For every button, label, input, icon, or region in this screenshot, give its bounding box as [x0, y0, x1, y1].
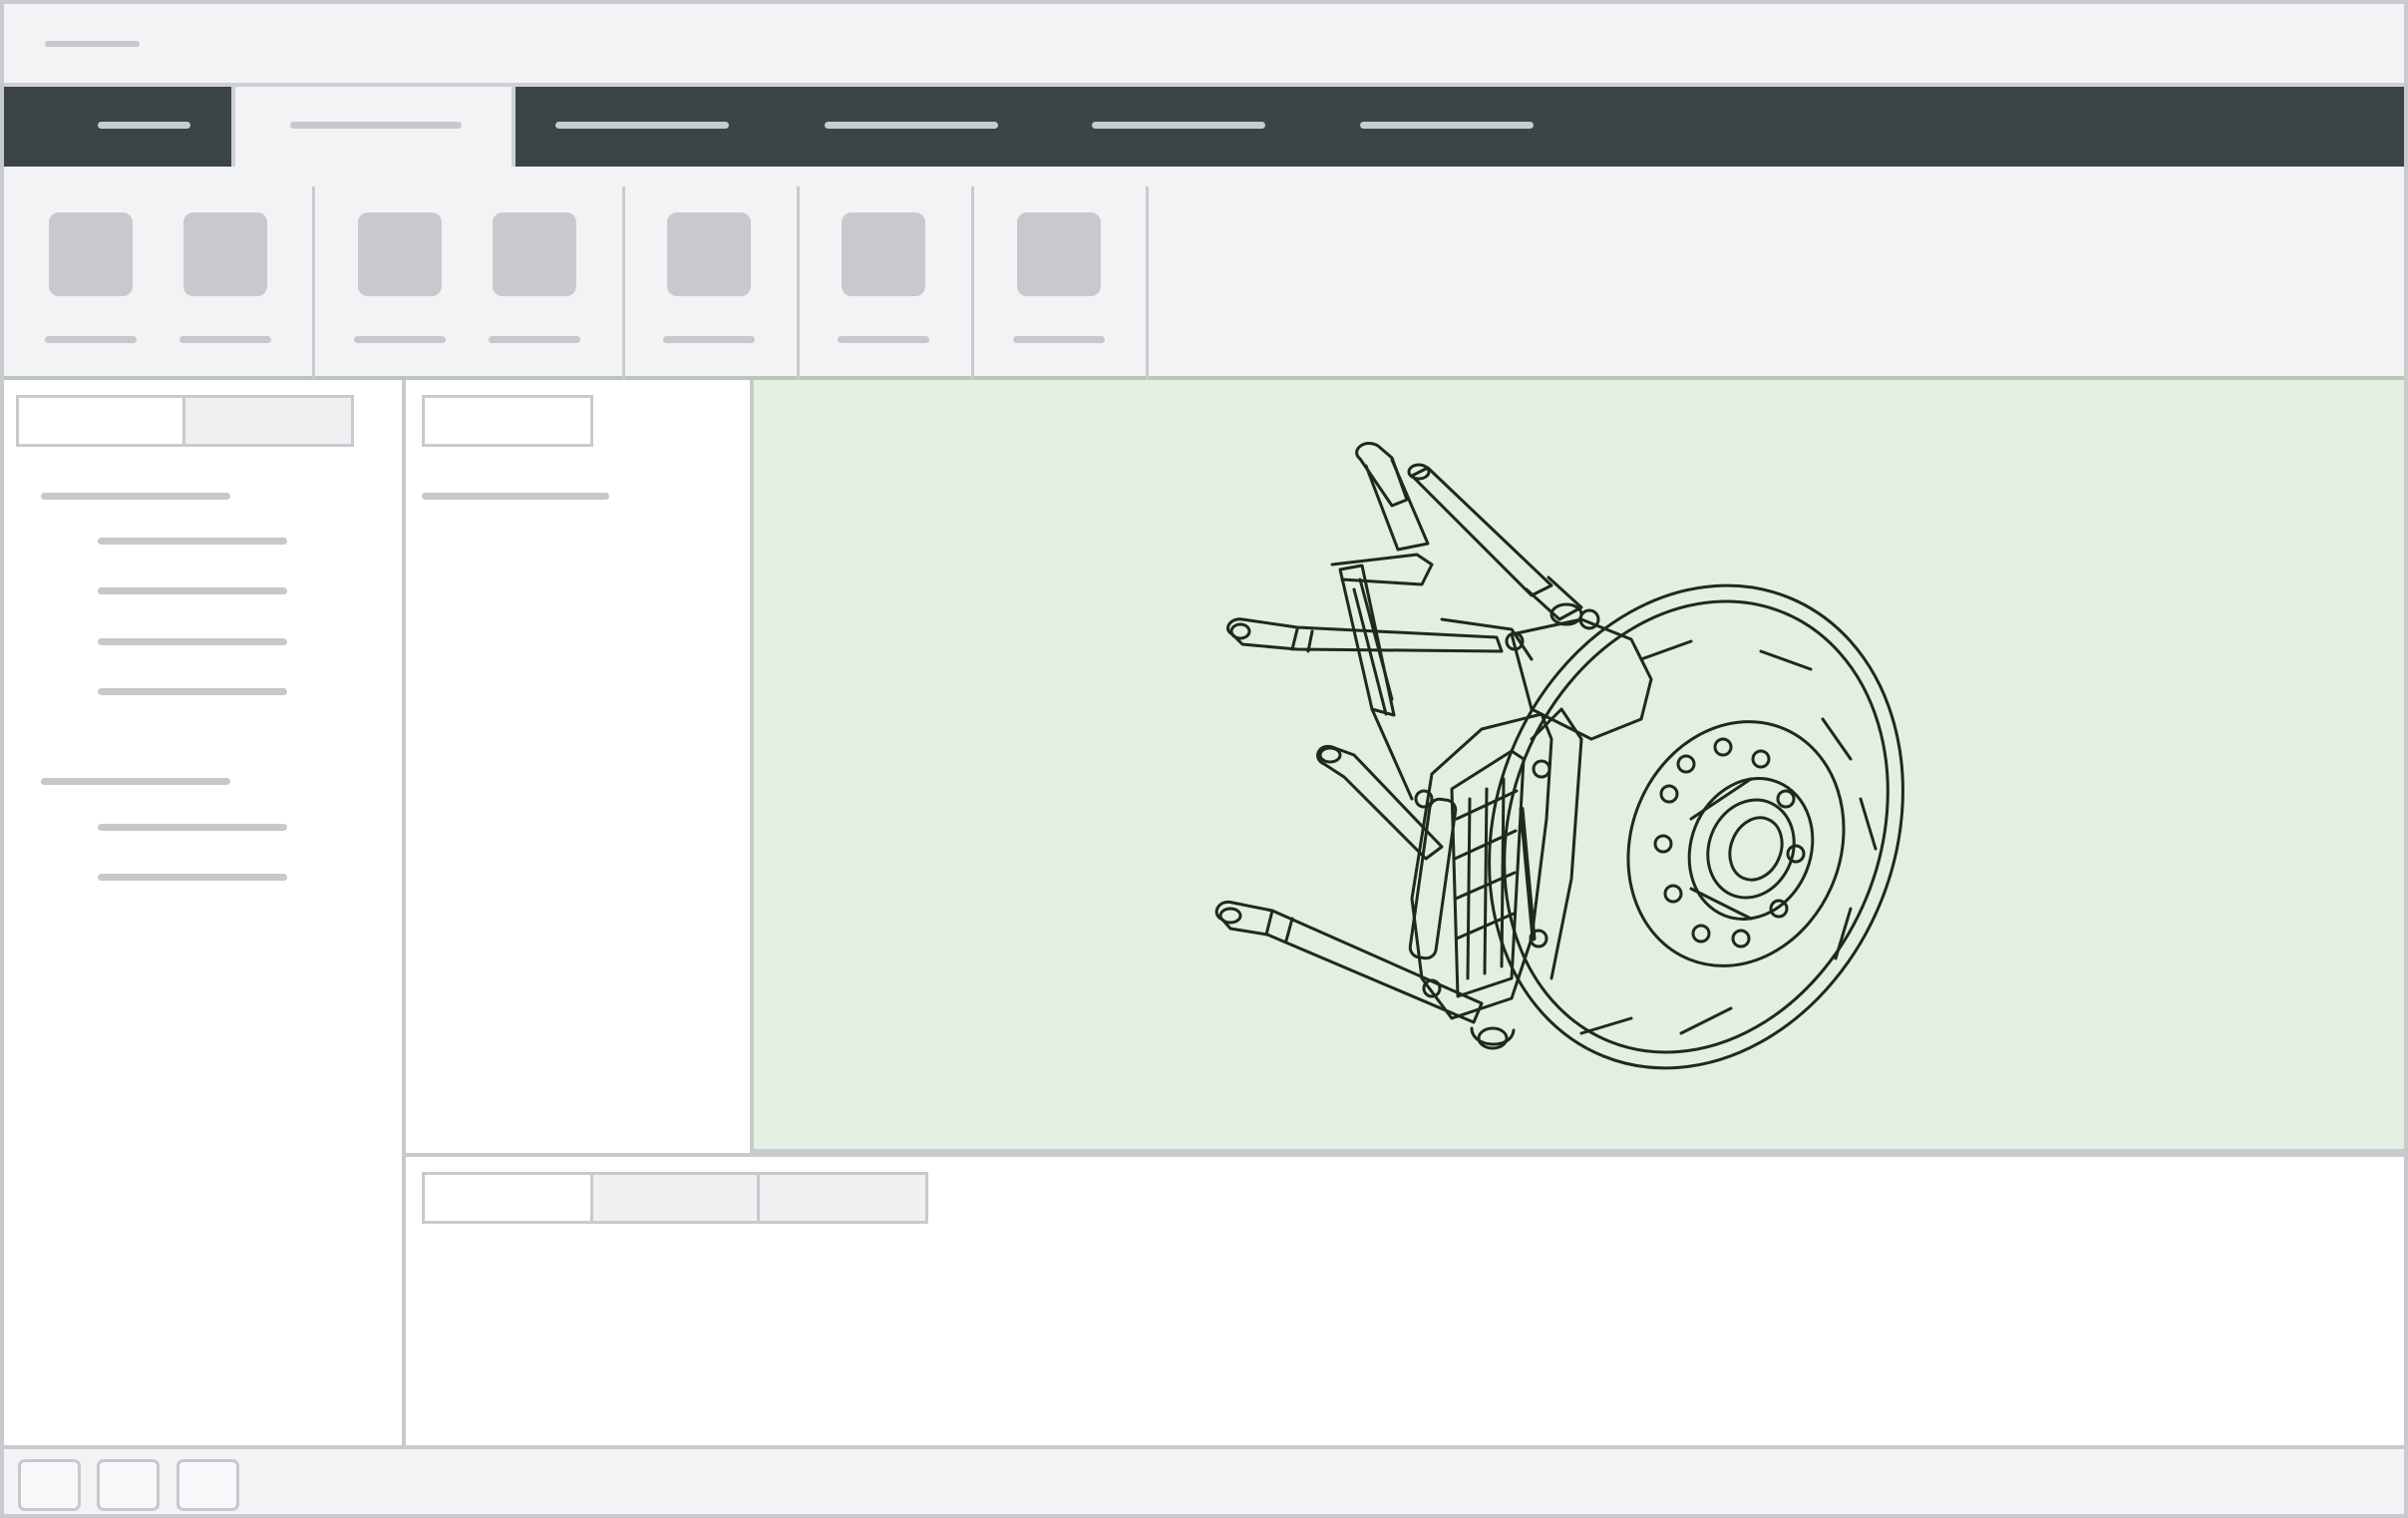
output-panel [406, 1153, 2404, 1445]
menu-item-4[interactable] [783, 87, 1050, 167]
ribbon-tool-3-label [354, 336, 446, 343]
window-title [45, 41, 140, 47]
ribbon-separator [1146, 187, 1149, 380]
tree-group-1[interactable] [41, 493, 230, 500]
menu-item-3[interactable] [516, 87, 783, 167]
tree-item[interactable] [98, 638, 287, 645]
ribbon-tool-6-label [838, 336, 929, 343]
left-tab-2[interactable] [182, 395, 354, 447]
tree-group-2[interactable] [41, 778, 230, 785]
ribbon-tool-4-label [489, 336, 580, 343]
ribbon-separator [622, 187, 625, 380]
ribbon-separator [312, 187, 315, 380]
ribbon-tool-3-button[interactable] [358, 212, 442, 296]
ribbon-tool-1-button[interactable] [49, 212, 133, 296]
ribbon-tool-5-label [663, 336, 755, 343]
menu-item-label [1360, 122, 1534, 129]
menu-item-label [825, 122, 998, 129]
tree-item[interactable] [98, 874, 287, 881]
menu-item-5[interactable] [1050, 87, 1317, 167]
menu-item-label [555, 122, 729, 129]
status-button-3[interactable] [176, 1459, 239, 1511]
ribbon-tool-2-label [179, 336, 271, 343]
ribbon-tool-2-button[interactable] [183, 212, 267, 296]
output-tab-1[interactable] [422, 1172, 593, 1224]
status-bar [4, 1445, 2404, 1514]
menu-item-label [98, 122, 190, 129]
menu-item-2-active[interactable] [231, 87, 516, 169]
ribbon-tool-7-label [1013, 336, 1105, 343]
title-bar [4, 4, 2404, 87]
properties-heading [422, 493, 609, 500]
tree-item[interactable] [98, 824, 287, 831]
ribbon-tool-5-button[interactable] [667, 212, 751, 296]
ribbon-tool-1-label [45, 336, 137, 343]
menu-item-label [290, 122, 462, 129]
properties-panel [406, 380, 754, 1153]
status-button-1[interactable] [18, 1459, 81, 1511]
output-tab-2[interactable] [590, 1172, 760, 1224]
model-tree-panel [4, 380, 406, 1445]
output-tab-3[interactable] [757, 1172, 928, 1224]
menu-item-1[interactable] [4, 87, 231, 167]
ribbon-separator [971, 187, 974, 380]
tree-item[interactable] [98, 688, 287, 695]
menu-bar [4, 87, 2404, 169]
ribbon-tool-4-button[interactable] [493, 212, 576, 296]
menu-item-label [1092, 122, 1265, 129]
properties-tab[interactable] [422, 395, 593, 447]
brake-hub-assembly-drawing [1214, 442, 1904, 1070]
tree-item[interactable] [98, 587, 287, 594]
ribbon-separator [797, 187, 800, 380]
ribbon-tool-7-button[interactable] [1017, 212, 1101, 296]
app-window [0, 0, 2408, 1518]
model-viewport[interactable] [754, 380, 2404, 1153]
status-button-2[interactable] [97, 1459, 160, 1511]
ribbon-tool-6-button[interactable] [842, 212, 925, 296]
left-tab-1[interactable] [16, 395, 185, 447]
tree-item[interactable] [98, 538, 287, 545]
ribbon-toolbar [4, 167, 2404, 380]
menu-item-6[interactable] [1317, 87, 1584, 167]
